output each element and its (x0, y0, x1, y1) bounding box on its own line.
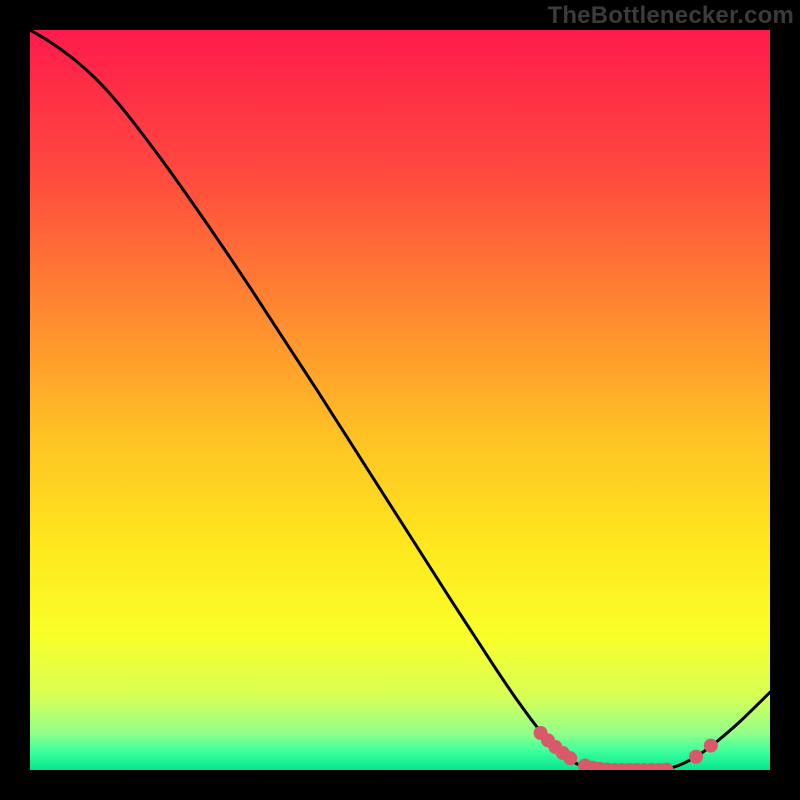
chart-frame: TheBottlenecker.com (0, 0, 800, 800)
chart-marker (704, 739, 718, 753)
watermark-text: TheBottlenecker.com (547, 2, 794, 30)
chart-background (30, 30, 770, 770)
chart-marker (563, 751, 577, 765)
chart-marker (689, 750, 703, 764)
chart-plot (30, 30, 770, 770)
chart-svg (30, 30, 770, 770)
